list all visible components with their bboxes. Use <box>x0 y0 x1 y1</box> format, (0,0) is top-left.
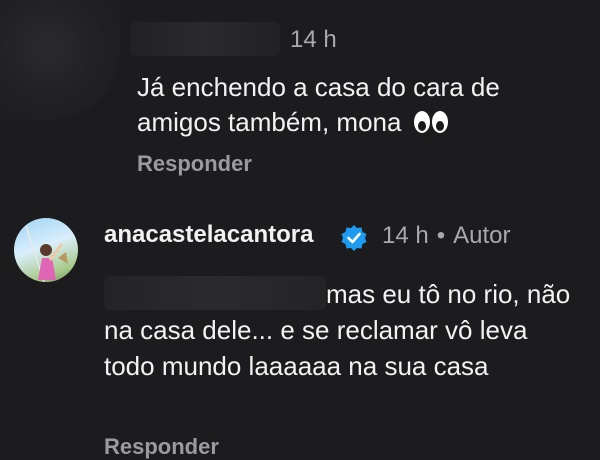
comment-timestamp: 14 h <box>382 222 429 249</box>
author-label: Autor <box>453 222 511 249</box>
verified-badge-icon <box>340 224 368 252</box>
meta-separator: • <box>436 222 446 249</box>
blurred-avatar <box>0 0 120 120</box>
comment-meta: 14 h • Autor <box>382 222 511 250</box>
comment-timestamp: 14 h <box>290 26 337 53</box>
reply-button[interactable]: Responder <box>137 151 252 177</box>
comment-text: mas eu tô no rio, não na casa dele... e … <box>104 279 571 381</box>
avatar[interactable] <box>14 218 78 282</box>
blurred-username <box>130 22 280 56</box>
reply-button[interactable]: Responder <box>104 434 219 460</box>
eyes-emoji-icon <box>413 108 449 143</box>
username[interactable]: anacastelacantora <box>104 221 313 249</box>
comment-text: Já enchendo a casa do cara de amigos tam… <box>137 70 577 143</box>
